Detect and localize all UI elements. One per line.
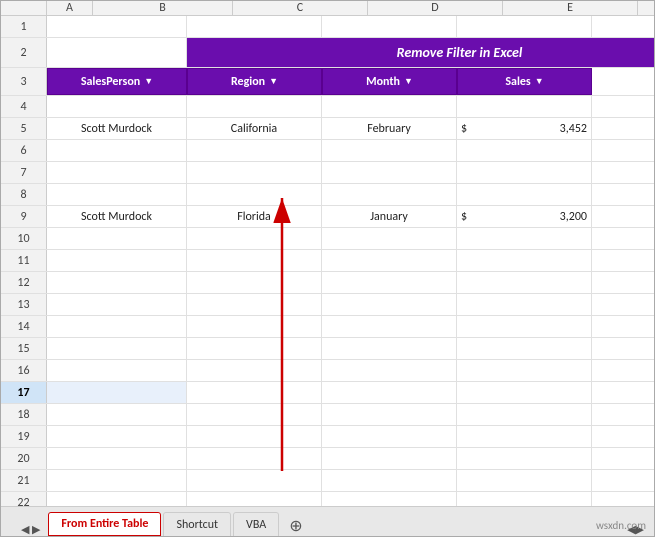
row-num-6: 6 bbox=[1, 140, 47, 161]
grid-rows: 1 2 Remove Filter in Excel 3 SalesPerson… bbox=[1, 16, 654, 506]
row-num-7: 7 bbox=[1, 162, 47, 183]
table-row: 4 bbox=[1, 96, 654, 118]
cell-1d bbox=[322, 16, 457, 37]
col-header-e: E bbox=[503, 1, 638, 15]
col-header-d: D bbox=[368, 1, 503, 15]
cell-9d: January bbox=[322, 206, 457, 227]
table-row: 16 bbox=[1, 360, 654, 382]
row-num-17: 17 bbox=[1, 382, 47, 403]
filter-arrow-region[interactable]: ▼ bbox=[269, 76, 278, 87]
cell-8d bbox=[322, 184, 457, 205]
table-row: 18 bbox=[1, 404, 654, 426]
table-row: 15 bbox=[1, 338, 654, 360]
cell-9e: $3,200 bbox=[457, 206, 592, 227]
cell-6c bbox=[187, 140, 322, 161]
table-row: 6 bbox=[1, 140, 654, 162]
row-num-3: 3 bbox=[1, 68, 47, 95]
tab-vba[interactable]: VBA bbox=[233, 512, 279, 536]
cell-8c bbox=[187, 184, 322, 205]
header-salesperson: SalesPerson ▼ bbox=[47, 68, 187, 95]
cell-1b bbox=[47, 16, 187, 37]
col-header-c: C bbox=[233, 1, 368, 15]
cell-7e bbox=[457, 162, 592, 183]
row-num-4: 4 bbox=[1, 96, 47, 117]
watermark: wsxdn.com bbox=[596, 519, 646, 532]
table-header-row: 3 SalesPerson ▼ Region ▼ Month ▼ Sales ▼ bbox=[1, 68, 654, 96]
cell-8b bbox=[47, 184, 187, 205]
tab-from-entire-table[interactable]: From Entire Table bbox=[48, 512, 161, 536]
cell-1c bbox=[187, 16, 322, 37]
table-row: 22 bbox=[1, 492, 654, 506]
header-month: Month ▼ bbox=[322, 68, 457, 95]
col-header-b: B bbox=[93, 1, 233, 15]
tab-add-button[interactable]: ⊕ bbox=[281, 516, 310, 536]
table-row: 1 bbox=[1, 16, 654, 38]
cell-1e bbox=[457, 16, 592, 37]
table-row: 17 bbox=[1, 382, 654, 404]
cell-9c: Florida bbox=[187, 206, 322, 227]
table-row: 12 bbox=[1, 272, 654, 294]
cell-5e: $3,452 bbox=[457, 118, 592, 139]
cell-8e bbox=[457, 184, 592, 205]
row-num-5: 5 bbox=[1, 118, 47, 139]
cell-5c: California bbox=[187, 118, 322, 139]
grid-area: A B C D E 1 2 Remove Filter in Excel bbox=[1, 1, 654, 506]
cell-5b: Scott Murdock bbox=[47, 118, 187, 139]
row-num-1: 1 bbox=[1, 16, 47, 37]
row-num-8: 8 bbox=[1, 184, 47, 205]
row-num-2: 2 bbox=[1, 38, 47, 67]
table-row: 11 bbox=[1, 250, 654, 272]
cell-7c bbox=[187, 162, 322, 183]
cell-6e bbox=[457, 140, 592, 161]
corner-cell bbox=[1, 1, 47, 15]
table-row: 13 bbox=[1, 294, 654, 316]
column-headers: A B C D E bbox=[1, 1, 654, 16]
excel-window: A B C D E 1 2 Remove Filter in Excel bbox=[0, 0, 655, 537]
table-row: 20 bbox=[1, 448, 654, 470]
spreadsheet-title: Remove Filter in Excel bbox=[187, 38, 654, 67]
table-row: 7 bbox=[1, 162, 654, 184]
cell-4c bbox=[187, 96, 322, 117]
table-row: 9 Scott Murdock Florida January $3,200 bbox=[1, 206, 654, 228]
filter-arrow-salesperson[interactable]: ▼ bbox=[144, 76, 153, 87]
title-row: 2 Remove Filter in Excel bbox=[1, 38, 654, 68]
tab-bar: ◀ ▶ From Entire Table Shortcut VBA ⊕ ◀▶ … bbox=[1, 506, 654, 536]
cell-6d bbox=[322, 140, 457, 161]
row-num-9: 9 bbox=[1, 206, 47, 227]
table-row: 5 Scott Murdock California February $3,4… bbox=[1, 118, 654, 140]
cell-7d bbox=[322, 162, 457, 183]
cell-4b bbox=[47, 96, 187, 117]
tab-scroll-arrows[interactable]: ◀ ▶ bbox=[21, 523, 40, 536]
tab-shortcut[interactable]: Shortcut bbox=[163, 512, 231, 536]
cell-7b bbox=[47, 162, 187, 183]
cell-5d: February bbox=[322, 118, 457, 139]
filter-arrow-month[interactable]: ▼ bbox=[404, 76, 413, 87]
cell-4e bbox=[457, 96, 592, 117]
header-region: Region ▼ bbox=[187, 68, 322, 95]
table-row: 14 bbox=[1, 316, 654, 338]
cell-2b bbox=[47, 38, 187, 67]
table-row: 21 bbox=[1, 470, 654, 492]
cell-4d bbox=[322, 96, 457, 117]
cell-6b bbox=[47, 140, 187, 161]
cell-9b: Scott Murdock bbox=[47, 206, 187, 227]
table-row: 10 bbox=[1, 228, 654, 250]
header-sales: Sales ▼ bbox=[457, 68, 592, 95]
col-header-a: A bbox=[47, 1, 93, 15]
table-row: 8 bbox=[1, 184, 654, 206]
filter-arrow-sales[interactable]: ▼ bbox=[535, 76, 544, 87]
table-row: 19 bbox=[1, 426, 654, 448]
